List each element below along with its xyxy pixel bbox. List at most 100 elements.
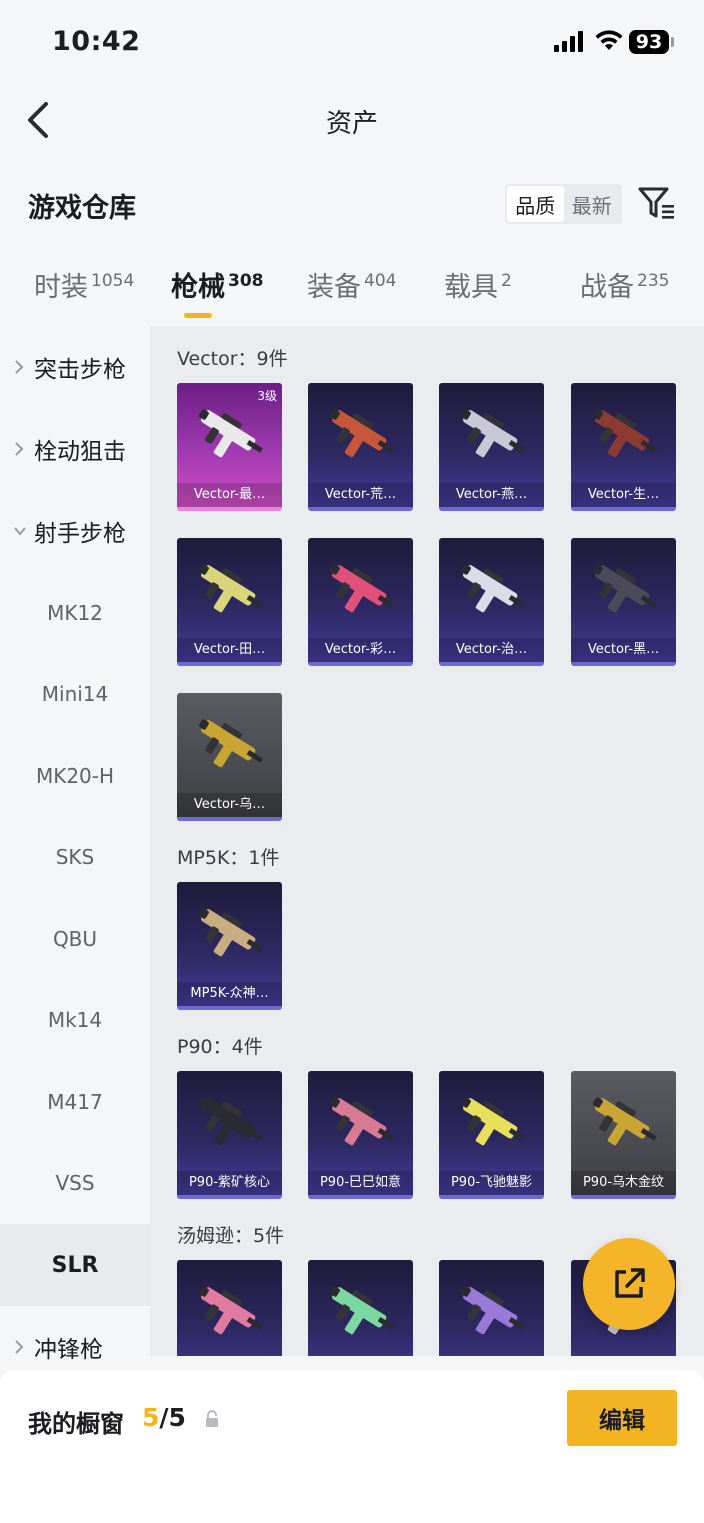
sort-newest-option[interactable]: 最新 [564, 186, 621, 222]
status-bar: 10:42 93 [0, 0, 704, 84]
weapon-skin-name: Vector-燕… [439, 483, 544, 507]
chevron-right-icon [15, 1340, 24, 1354]
group-title: Vector：9件 [177, 348, 288, 370]
weapon-icon [460, 1097, 525, 1146]
sidebar-item-label: 突击步枪 [34, 357, 126, 383]
filter-icon[interactable] [637, 185, 677, 223]
weapon-skin-card[interactable]: 3级 Vector-最… [177, 383, 282, 511]
page-title: 资产 [325, 109, 378, 139]
cellular-signal-icon [554, 30, 583, 52]
showcase-count: 5/5 [142, 1403, 186, 1432]
weapon-icon [198, 564, 263, 613]
weapon-skin-card[interactable]: Vector-黑… [571, 538, 676, 666]
sidebar-item-mk20h[interactable]: MK20-H [0, 735, 150, 817]
share-button[interactable] [583, 1238, 675, 1330]
warehouse-title: 游戏仓库 [28, 193, 136, 224]
tab-firearms[interactable]: 枪械 308 [171, 265, 264, 304]
weapon-skin-card[interactable]: P90-飞驰魅影 [439, 1071, 544, 1199]
active-tab-indicator [184, 313, 212, 318]
sidebar-item-sks[interactable]: SKS [0, 816, 150, 898]
showcase-label: 我的橱窗 [28, 1410, 124, 1438]
weapon-grid: Vector：9件 3级 Vector-最… Vector-荒… Vector-燕… Ve… [150, 326, 704, 1356]
tab-count: 2 [501, 271, 512, 291]
chevron-right-icon [15, 360, 24, 374]
tab-label: 装备 [307, 272, 361, 303]
weapon-skin-card[interactable]: 汤姆逊-幻影… [439, 1260, 544, 1356]
weapon-icon [198, 1286, 263, 1335]
sidebar-item-label: 栓动狙击 [34, 439, 126, 465]
weapon-skin-card[interactable]: 汤姆逊-智趣… [177, 1260, 282, 1356]
weapon-icon [460, 1286, 525, 1335]
sidebar-item-label: 射手步枪 [34, 521, 126, 547]
weapon-skin-name: Vector-乌… [177, 793, 282, 817]
sort-quality-option[interactable]: 品质 [507, 186, 564, 222]
wifi-icon [595, 30, 623, 50]
weapon-skin-name: Vector-黑… [571, 638, 676, 662]
sidebar-item-slr[interactable]: SLR [0, 1224, 150, 1306]
status-time: 10:42 [52, 26, 141, 57]
weapon-skin-name: P90-飞驰魅影 [439, 1171, 544, 1195]
sidebar-item-qbu[interactable]: QBU [0, 898, 150, 980]
tab-label: 战备 [580, 272, 634, 303]
sidebar-item-mini14[interactable]: Mini14 [0, 653, 150, 735]
battery-cap [671, 37, 674, 47]
weapon-skin-card[interactable]: Vector-乌… [177, 693, 282, 821]
weapon-icon [329, 564, 394, 613]
weapon-icon [460, 564, 525, 613]
tab-fashion[interactable]: 时装 1054 [34, 265, 134, 304]
weapon-skin-card[interactable]: Vector-荒… [308, 383, 413, 511]
tab-count: 1054 [91, 271, 135, 291]
showcase-bar: 我的橱窗 5/5 编辑 [0, 1370, 704, 1523]
tab-count: 308 [228, 271, 264, 291]
weapon-skin-card[interactable]: 汤姆逊-像素… [308, 1260, 413, 1356]
showcase-count-total: /5 [159, 1403, 186, 1432]
group-title: MP5K：1件 [177, 847, 280, 869]
tab-vehicles[interactable]: 载具 2 [444, 265, 512, 304]
weapon-icon [460, 409, 525, 458]
weapon-skin-card[interactable]: MP5K-众神… [177, 882, 282, 1010]
sort-toggle: 品质 最新 [505, 184, 622, 224]
weapon-skin-card[interactable]: P90-乌木金纹 [571, 1071, 676, 1199]
tab-label: 载具 [444, 272, 498, 303]
battery-icon: 93 [629, 30, 669, 54]
sidebar-item-mk14[interactable]: Mk14 [0, 979, 150, 1061]
weapon-icon [198, 908, 263, 957]
weapon-skin-card[interactable]: Vector-田… [177, 538, 282, 666]
weapon-icon [592, 1097, 657, 1146]
sidebar-item-m417[interactable]: M417 [0, 1061, 150, 1143]
weapon-skin-card[interactable]: Vector-彩… [308, 538, 413, 666]
weapon-icon [329, 409, 394, 458]
tab-equipment[interactable]: 装备 404 [307, 265, 396, 304]
group-title: P90：4件 [177, 1036, 263, 1058]
tab-supplies[interactable]: 战备 235 [580, 265, 669, 304]
lock-icon [206, 1410, 218, 1427]
weapon-skin-name: P90-巳巳如意 [308, 1171, 413, 1195]
tab-label: 枪械 [171, 272, 225, 303]
weapon-icon [329, 1286, 394, 1335]
tab-count: 235 [637, 271, 670, 291]
sidebar-item-bolt-sniper[interactable]: 栓动狙击 [0, 408, 150, 490]
sidebar-item-mk12[interactable]: MK12 [0, 572, 150, 654]
level-badge: 3级 [257, 389, 277, 403]
weapon-skin-name: Vector-荒… [308, 483, 413, 507]
weapon-skin-card[interactable]: P90-巳巳如意 [308, 1071, 413, 1199]
weapon-skin-name: P90-紫矿核心 [177, 1171, 282, 1195]
sidebar-item-assault-rifle[interactable]: 突击步枪 [0, 326, 150, 408]
sidebar-item-vss[interactable]: VSS [0, 1142, 150, 1224]
group-title: 汤姆逊：5件 [177, 1225, 285, 1247]
weapon-icon [198, 409, 263, 458]
weapon-icon [329, 1097, 394, 1146]
edit-button[interactable]: 编辑 [567, 1390, 677, 1446]
sidebar-item-label: 冲锋枪 [34, 1337, 103, 1363]
tab-count: 404 [364, 271, 397, 291]
sidebar-item-marksman-rifle[interactable]: 射手步枪 [0, 490, 150, 572]
weapon-skin-card[interactable]: Vector-燕… [439, 383, 544, 511]
weapon-icon [592, 409, 657, 458]
weapon-skin-card[interactable]: P90-紫矿核心 [177, 1071, 282, 1199]
weapon-skin-card[interactable]: Vector-生… [571, 383, 676, 511]
chevron-right-icon [15, 442, 24, 456]
share-icon [615, 1268, 645, 1298]
weapon-skin-card[interactable]: Vector-治… [439, 538, 544, 666]
weapon-sidebar: 突击步枪 栓动狙击 射手步枪 MK12 Mini14 MK20-H SKS QB… [0, 326, 150, 1363]
weapon-skin-name: P90-乌木金纹 [571, 1171, 676, 1195]
